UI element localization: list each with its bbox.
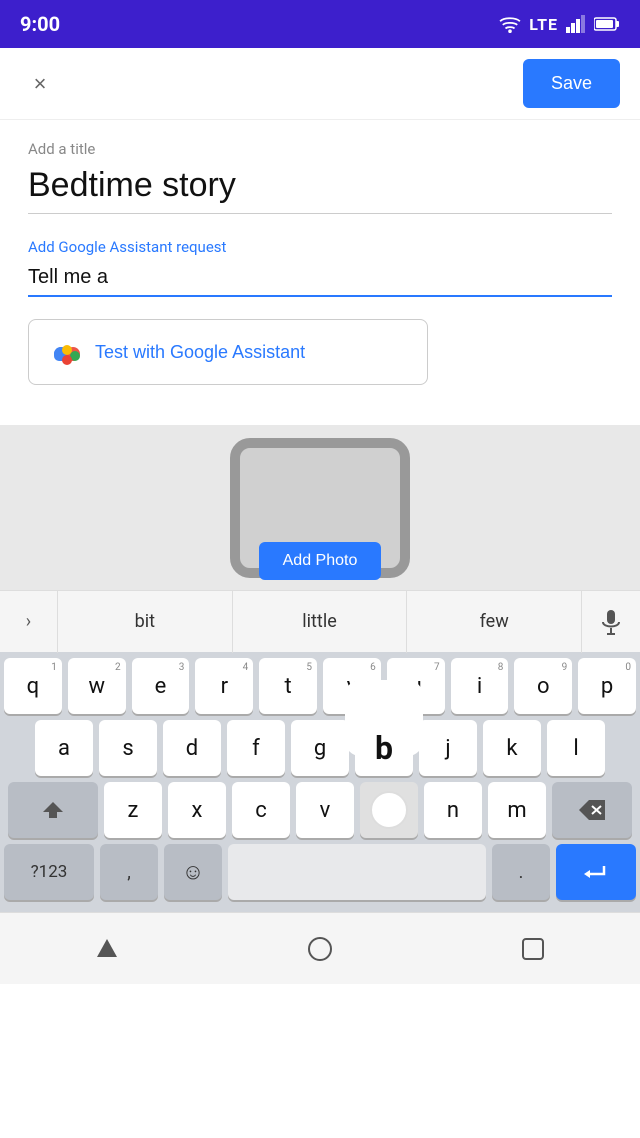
keyboard-row-2: a s d f g b j k l [4,720,636,776]
expand-icon: › [26,611,31,632]
suggestion-bit[interactable]: bit [58,591,233,653]
photo-area: Add Photo [0,425,640,590]
key-n[interactable]: n [424,782,482,838]
add-photo-button[interactable]: Add Photo [259,542,382,580]
key-b[interactable]: b [355,720,413,776]
keyboard: 1q 2w 3e 4r 5t 6y 7u 8i 9o 0p a s d f g … [0,652,640,912]
key-l[interactable]: l [547,720,605,776]
key-a[interactable]: a [35,720,93,776]
key-enter[interactable] [556,844,636,900]
lte-label: LTE [529,15,558,34]
key-g[interactable]: g [291,720,349,776]
status-bar: 9:00 LTE [0,0,640,48]
key-shift[interactable] [8,782,98,838]
mic-button[interactable] [582,591,640,653]
key-t[interactable]: 5t [259,658,317,714]
status-time: 9:00 [20,12,60,36]
key-period[interactable]: . [492,844,550,900]
battery-icon [594,16,620,32]
key-j[interactable]: j [419,720,477,776]
recent-icon [522,938,544,960]
key-r[interactable]: 4r [195,658,253,714]
title-label: Add a title [28,140,612,158]
key-m[interactable]: m [488,782,546,838]
key-e[interactable]: 3e [132,658,190,714]
ga-icon [49,334,85,370]
test-ga-label: Test with Google Assistant [95,342,305,363]
suggestion-little[interactable]: little [233,591,408,653]
key-s[interactable]: s [99,720,157,776]
key-delete[interactable] [552,782,632,838]
title-input[interactable] [28,166,612,214]
keyboard-row-4: ?123 , ☺ . [4,844,636,900]
keyboard-row-1: 1q 2w 3e 4r 5t 6y 7u 8i 9o 0p [4,658,636,714]
expand-suggestions-button[interactable]: › [0,591,58,653]
test-with-ga-button[interactable]: Test with Google Assistant [28,319,428,385]
home-icon [307,936,333,962]
key-symbols[interactable]: ?123 [4,844,94,900]
key-i[interactable]: 8i [451,658,509,714]
status-icons: LTE [499,15,620,34]
save-button[interactable]: Save [523,59,620,108]
recent-button[interactable] [503,919,563,979]
ga-request-input[interactable] [28,266,612,297]
key-c[interactable]: c [232,782,290,838]
close-button[interactable]: × [20,64,60,104]
mic-icon [599,608,623,636]
key-k[interactable]: k [483,720,541,776]
key-o[interactable]: 9o [514,658,572,714]
ga-request-label: Add Google Assistant request [28,238,612,256]
signal-icon [566,15,586,33]
content-area: Add a title Add Google Assistant request… [0,120,640,425]
key-f[interactable]: f [227,720,285,776]
key-z[interactable]: z [104,782,162,838]
keyboard-row-3: z x c v n m [4,782,636,838]
back-icon [97,939,117,959]
key-emoji[interactable]: ☺ [164,844,222,900]
key-w[interactable]: 2w [68,658,126,714]
key-p[interactable]: 0p [578,658,636,714]
home-button[interactable] [290,919,350,979]
key-b-placeholder[interactable] [360,782,418,838]
key-d[interactable]: d [163,720,221,776]
back-button[interactable] [77,919,137,979]
keyboard-suggestions: › bit little few [0,590,640,652]
key-u[interactable]: 7u [387,658,445,714]
key-x[interactable]: x [168,782,226,838]
wifi-icon [499,15,521,33]
app-bar: × Save [0,48,640,120]
key-space[interactable] [228,844,486,900]
key-comma[interactable]: , [100,844,158,900]
key-v[interactable]: v [296,782,354,838]
close-icon: × [34,71,47,97]
nav-bar [0,912,640,984]
key-q[interactable]: 1q [4,658,62,714]
key-y[interactable]: 6y [323,658,381,714]
suggestion-few[interactable]: few [407,591,582,653]
